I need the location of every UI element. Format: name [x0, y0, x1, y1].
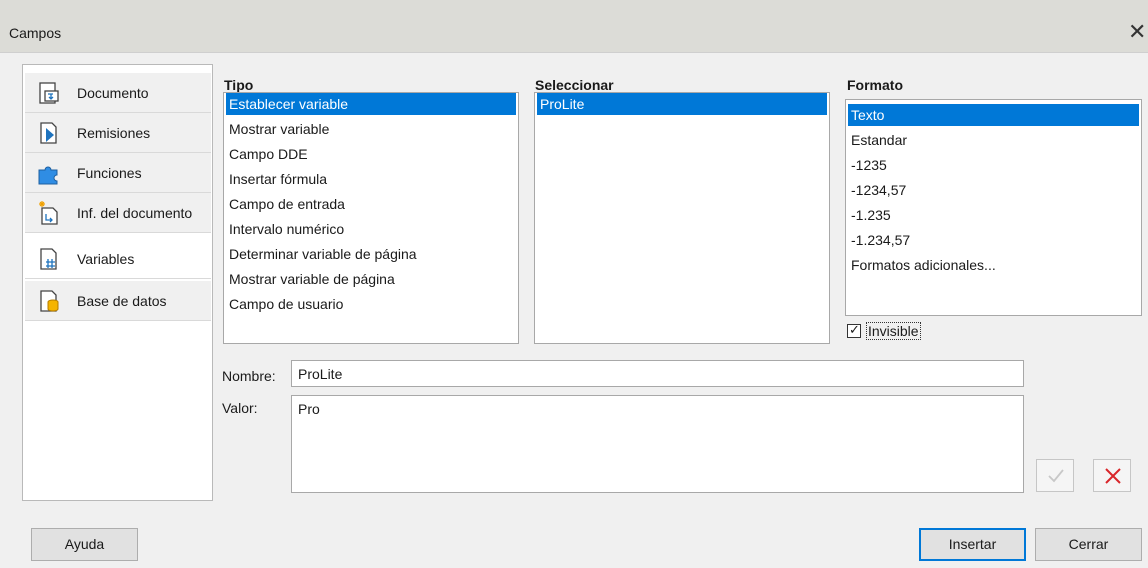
nombre-field[interactable]: ProLite [291, 360, 1024, 387]
valor-label: Valor: [222, 400, 258, 416]
list-item[interactable]: Establecer variable [226, 93, 516, 115]
tab-base-de-datos[interactable]: Base de datos [25, 281, 211, 321]
tab-variables[interactable]: Variables [25, 239, 211, 279]
list-item[interactable]: Insertar fórmula [226, 168, 516, 190]
tab-label: Variables [77, 251, 135, 267]
list-item[interactable]: Estandar [848, 129, 1139, 151]
help-button[interactable]: Ayuda [31, 528, 138, 561]
document-info-icon [39, 201, 58, 225]
list-item[interactable]: Intervalo numérico [226, 218, 516, 240]
tab-inf-documento[interactable]: Inf. del documento [25, 193, 211, 233]
category-tabs: Documento Remisiones Funciones Inf. del … [22, 64, 213, 501]
tab-remisiones[interactable]: Remisiones [25, 113, 211, 153]
cross-reference-icon [40, 122, 57, 144]
list-item[interactable]: Campo de entrada [226, 193, 516, 215]
invisible-label: Invisible [866, 322, 921, 340]
apply-button[interactable] [1036, 459, 1074, 492]
tipo-listbox[interactable]: Establecer variable Mostrar variable Cam… [223, 92, 519, 344]
list-item[interactable]: Determinar variable de página [226, 243, 516, 265]
nombre-label: Nombre: [222, 368, 276, 384]
list-item[interactable]: Campo DDE [226, 143, 516, 165]
list-item[interactable]: Texto [848, 104, 1139, 126]
list-item[interactable]: -1.235 [848, 204, 1139, 226]
list-item[interactable]: Mostrar variable de página [226, 268, 516, 290]
database-icon [40, 290, 59, 312]
nombre-value: ProLite [298, 366, 343, 382]
close-button[interactable]: Cerrar [1035, 528, 1142, 561]
valor-field[interactable]: Pro [291, 395, 1024, 493]
functions-puzzle-icon [38, 166, 58, 185]
list-item[interactable]: -1234,57 [848, 179, 1139, 201]
cross-icon [1105, 468, 1121, 484]
checkmark-icon: ✓ [849, 322, 860, 337]
variables-icon [40, 248, 57, 270]
close-icon[interactable]: ✕ [1128, 17, 1148, 47]
seleccionar-listbox[interactable]: ProLite [534, 92, 830, 344]
list-item[interactable]: -1.234,57 [848, 229, 1139, 251]
tab-label: Remisiones [77, 125, 151, 141]
list-item[interactable]: -1235 [848, 154, 1139, 176]
formato-listbox[interactable]: Texto Estandar -1235 -1234,57 -1.235 -1.… [845, 99, 1142, 316]
valor-value: Pro [298, 401, 320, 417]
cancel-button[interactable] [1093, 459, 1131, 492]
invisible-checkbox[interactable]: ✓ [847, 322, 861, 338]
seleccionar-label: Seleccionar [535, 77, 614, 93]
list-item[interactable]: Campo de usuario [226, 293, 516, 315]
tab-label: Documento [77, 85, 149, 101]
tab-documento[interactable]: Documento [25, 73, 211, 113]
list-item[interactable]: ProLite [537, 93, 827, 115]
list-item[interactable]: Formatos adicionales... [848, 254, 1139, 276]
title-bar: Campos ✕ [0, 0, 1148, 53]
document-field-icon [39, 82, 59, 104]
tab-label: Base de datos [77, 293, 167, 309]
dialog-title: Campos [9, 25, 62, 41]
formato-label: Formato [847, 77, 903, 93]
insert-button[interactable]: Insertar [919, 528, 1026, 561]
tab-label: Funciones [77, 165, 142, 181]
list-item[interactable]: Mostrar variable [226, 118, 516, 140]
check-icon [1048, 469, 1064, 483]
tipo-label: Tipo [224, 77, 254, 93]
tab-label: Inf. del documento [77, 205, 193, 221]
tab-funciones[interactable]: Funciones [25, 153, 211, 193]
